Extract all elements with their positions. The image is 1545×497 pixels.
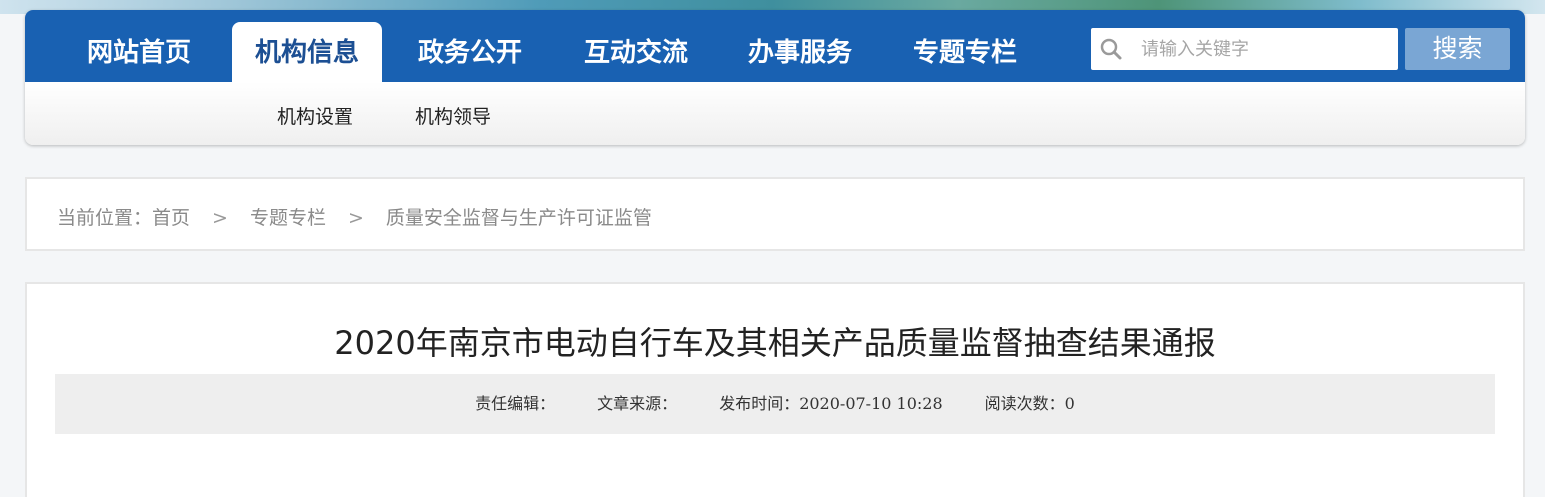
- article-title: 2020年南京市电动自行车及其相关产品质量监督抽查结果通报: [334, 324, 1216, 362]
- sub-nav-item-org-leaders[interactable]: 机构领导: [415, 102, 491, 129]
- breadcrumb-item-quality-supervision[interactable]: 质量安全监督与生产许可证监管: [386, 203, 652, 230]
- meta-publish-time: 发布时间：2020-07-10 10:28: [719, 394, 943, 413]
- search-box: [1091, 28, 1398, 70]
- sub-nav-item-org-setup[interactable]: 机构设置: [277, 102, 353, 129]
- breadcrumb-separator: >: [212, 207, 228, 229]
- breadcrumb-prefix: 当前位置：: [57, 207, 153, 229]
- breadcrumb: 当前位置：首页 > 专题专栏 > 质量安全监督与生产许可证监管: [57, 203, 652, 230]
- breadcrumb-item-home[interactable]: 首页: [152, 203, 190, 230]
- article-container: 2020年南京市电动自行车及其相关产品质量监督抽查结果通报 责任编辑： 文章来源：…: [25, 282, 1525, 497]
- meta-read-count: 阅读次数：0: [984, 394, 1075, 413]
- meta-editor: 责任编辑：: [475, 394, 556, 413]
- search-icon: [1099, 37, 1123, 61]
- search-button[interactable]: 搜索: [1405, 28, 1510, 70]
- breadcrumb-separator: >: [347, 207, 364, 229]
- main-navigation: 网站首页 机构信息 政务公开 互动交流 办事服务 专题专栏 搜索 机构设置 机构…: [25, 10, 1525, 145]
- nav-item-services[interactable]: 办事服务: [730, 22, 870, 82]
- sub-navigation: 机构设置 机构领导: [25, 82, 1525, 145]
- article-meta-bar: 责任编辑： 文章来源： 发布时间：2020-07-10 10:28 阅读次数：0: [55, 374, 1495, 434]
- nav-item-organization[interactable]: 机构信息: [232, 22, 382, 82]
- search-input[interactable]: [1141, 28, 1391, 70]
- nav-bar: 网站首页 机构信息 政务公开 互动交流 办事服务 专题专栏 搜索: [25, 10, 1525, 82]
- nav-item-government-affairs[interactable]: 政务公开: [400, 22, 540, 82]
- nav-item-home[interactable]: 网站首页: [69, 22, 209, 82]
- nav-item-interaction[interactable]: 互动交流: [566, 22, 706, 82]
- meta-source: 文章来源：: [597, 394, 678, 413]
- breadcrumb-container: 当前位置：首页 > 专题专栏 > 质量安全监督与生产许可证监管: [25, 177, 1525, 251]
- nav-item-special-topics[interactable]: 专题专栏: [895, 22, 1035, 82]
- breadcrumb-item-special-topics[interactable]: 专题专栏: [250, 203, 326, 230]
